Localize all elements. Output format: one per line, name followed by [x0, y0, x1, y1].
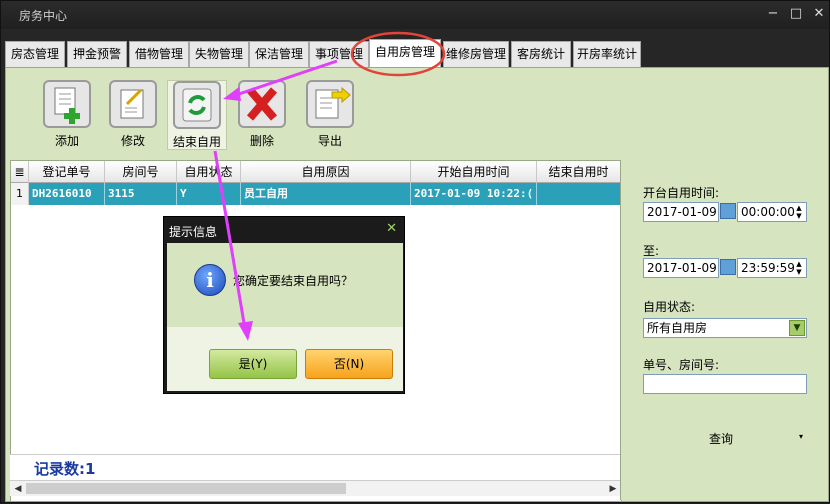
dialog-buttons: 是(Y) 否(N): [167, 327, 403, 391]
grid-footer: 记录数:1: [10, 454, 622, 480]
to-label: 至:: [643, 244, 660, 258]
end-time-value: 23:59:59: [741, 261, 795, 275]
add-document-icon: [43, 80, 91, 128]
table-cell[interactable]: [537, 183, 621, 205]
yes-button[interactable]: 是(Y): [209, 349, 297, 379]
spinner-icon[interactable]: ▲ ▼: [793, 260, 805, 276]
scroll-right-icon[interactable]: ▶: [606, 482, 620, 496]
table-cell[interactable]: 员工自用: [241, 183, 411, 205]
content-area: 添加 修改 结束自用 删除 导出 ≣ 登记单号 房间号 自用状态 自用原因 开始…: [5, 67, 829, 502]
spinner-icon[interactable]: ▲ ▼: [793, 204, 805, 220]
column-header[interactable]: 结束自用时: [537, 161, 621, 183]
close-button[interactable]: ✕: [809, 5, 829, 23]
edit-document-icon: [109, 80, 157, 128]
dialog-close-icon[interactable]: ✕: [386, 221, 397, 236]
dialog-body: i 您确定要结束自用吗？: [167, 243, 403, 327]
table-row[interactable]: DH2616010 3115 Y 员工自用 2017-01-09 10:22:(: [29, 183, 621, 205]
tab-lost-found[interactable]: 失物管理: [189, 41, 249, 67]
dialog-message: 您确定要结束自用吗？: [233, 274, 354, 288]
table-cell[interactable]: 3115: [105, 183, 177, 205]
scroll-left-icon[interactable]: ◀: [11, 482, 25, 496]
tab-cleaning[interactable]: 保洁管理: [249, 41, 309, 67]
export-button[interactable]: 导出: [300, 80, 360, 150]
refresh-icon: [173, 81, 221, 129]
delete-button[interactable]: 删除: [232, 80, 292, 150]
end-date-field[interactable]: 2017-01-09: [643, 258, 719, 278]
column-header[interactable]: 登记单号: [29, 161, 105, 183]
tab-maintenance[interactable]: 维修房管理: [443, 41, 509, 67]
add-button[interactable]: 添加: [37, 80, 97, 150]
filter-panel: 开台自用时间: 2017-01-09 00:00:00 ▲ ▼ 至: 2017-0…: [620, 160, 828, 500]
tab-matters[interactable]: 事项管理: [309, 41, 369, 67]
row-number[interactable]: 1: [11, 183, 29, 205]
minimize-button[interactable]: −: [763, 5, 783, 23]
record-count: 记录数:1: [34, 460, 96, 478]
confirm-dialog: 提示信息 ✕ i 您确定要结束自用吗？ 是(Y) 否(N): [163, 216, 405, 394]
query-button[interactable]: 查询: [709, 430, 733, 447]
status-select-value: 所有自用房: [647, 321, 708, 335]
chevron-down-icon[interactable]: ▾: [799, 432, 803, 441]
horizontal-scrollbar[interactable]: ◀ ▶: [10, 480, 622, 496]
grid-header: ≣ 登记单号 房间号 自用状态 自用原因 开始自用时间 结束自用时: [11, 161, 621, 183]
start-time-field[interactable]: 00:00:00 ▲ ▼: [737, 202, 807, 222]
tab-deposit-alert[interactable]: 押金预警: [67, 41, 127, 67]
title-bar: 房务中心 − □ ✕: [1, 1, 829, 29]
start-date-field[interactable]: 2017-01-09: [643, 202, 719, 222]
column-header[interactable]: 自用原因: [241, 161, 411, 183]
export-label: 导出: [317, 134, 342, 148]
row-selector-icon[interactable]: ≣: [11, 161, 29, 183]
start-time-label: 开台自用时间:: [643, 186, 720, 200]
tab-occupancy-stats[interactable]: 开房率统计: [573, 41, 641, 67]
column-header[interactable]: 自用状态: [177, 161, 241, 183]
column-header[interactable]: 房间号: [105, 161, 177, 183]
table-cell[interactable]: Y: [177, 183, 241, 205]
no-button[interactable]: 否(N): [305, 349, 393, 379]
dialog-title: 提示信息: [169, 225, 218, 239]
status-label: 自用状态:: [643, 300, 696, 314]
edit-label: 修改: [120, 134, 145, 148]
delete-x-icon: [238, 80, 286, 128]
status-select[interactable]: 所有自用房 ▼: [643, 318, 807, 338]
chevron-down-icon[interactable]: ▼: [789, 320, 805, 336]
window-title: 房务中心: [19, 9, 68, 23]
maximize-button[interactable]: □: [786, 5, 806, 23]
column-header[interactable]: 开始自用时间: [411, 161, 537, 183]
search-label: 单号、房间号:: [643, 358, 720, 372]
calendar-icon[interactable]: [720, 259, 736, 275]
add-label: 添加: [54, 134, 79, 148]
scrollbar-thumb[interactable]: [26, 483, 346, 494]
search-input[interactable]: [643, 374, 807, 394]
table-cell[interactable]: 2017-01-09 10:22:(: [411, 183, 537, 205]
edit-button[interactable]: 修改: [103, 80, 163, 150]
delete-label: 删除: [249, 134, 274, 148]
tab-borrow[interactable]: 借物管理: [129, 41, 189, 67]
export-icon: [306, 80, 354, 128]
tab-room-stats[interactable]: 客房统计: [511, 41, 571, 67]
main-window: 房务中心 − □ ✕ 房态管理 押金预警 借物管理 失物管理 保洁管理 事项管理…: [0, 0, 830, 503]
end-self-use-label: 结束自用: [172, 135, 221, 149]
info-icon: i: [194, 264, 226, 296]
tab-room-status[interactable]: 房态管理: [5, 41, 65, 67]
tab-self-use-room[interactable]: 自用房管理: [369, 39, 441, 67]
start-time-value: 00:00:00: [741, 205, 795, 219]
table-cell[interactable]: DH2616010: [29, 183, 105, 205]
end-self-use-button[interactable]: 结束自用: [167, 80, 227, 150]
end-time-field[interactable]: 23:59:59 ▲ ▼: [737, 258, 807, 278]
calendar-icon[interactable]: [720, 203, 736, 219]
